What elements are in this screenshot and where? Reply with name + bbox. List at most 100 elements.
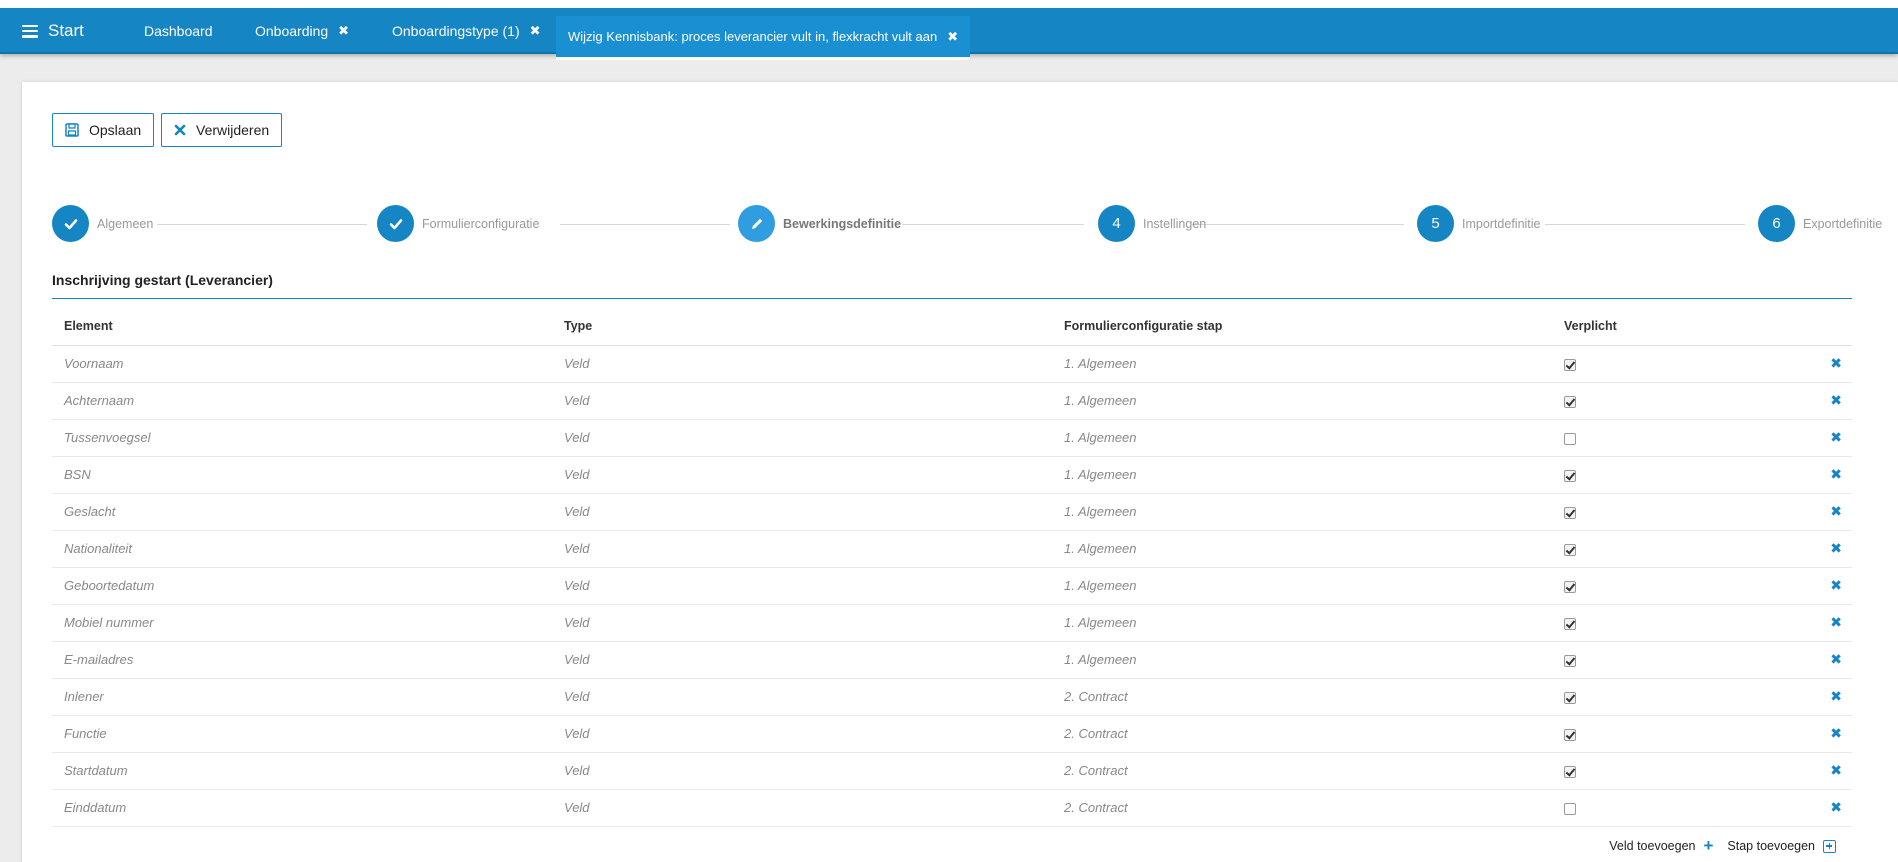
required-checkbox[interactable] [1564,469,1576,482]
cell-type: Veld [552,382,1052,420]
table-row[interactable]: Achternaam Veld 1. Algemeen ✖ [52,382,1852,420]
cell-step: 1. Algemeen [1052,456,1552,494]
add-field-label: Veld toevoegen [1609,839,1696,853]
close-icon[interactable]: ✖ [1830,651,1842,667]
tab-label: Dashboard [144,23,213,39]
table-row[interactable]: Geslacht Veld 1. Algemeen ✖ [52,493,1852,531]
table-row[interactable]: Startdatum Veld 2. Contract ✖ [52,752,1852,790]
step-exportdefinitie[interactable]: 6 Exportdefinitie [1758,205,1882,242]
table-row[interactable]: Tussenvoegsel Veld 1. Algemeen ✖ [52,419,1852,457]
close-icon[interactable]: ✖ [1830,614,1842,630]
top-navbar: Start Dashboard Onboarding ✖ Onboardings… [0,8,1898,60]
cell-required [1552,493,1802,531]
delete-button[interactable]: Verwijderen [161,113,283,147]
close-icon[interactable]: ✖ [947,29,958,45]
step-label: Exportdefinitie [1803,216,1883,231]
step-connector [1192,224,1404,225]
table-row[interactable]: E-mailadres Veld 1. Algemeen ✖ [52,641,1852,679]
required-checkbox[interactable] [1564,395,1576,408]
close-icon[interactable]: ✖ [1830,503,1842,519]
table-row[interactable]: BSN Veld 1. Algemeen ✖ [52,456,1852,494]
close-icon[interactable]: ✖ [1830,540,1842,556]
close-icon[interactable]: ✖ [1830,799,1842,815]
close-icon[interactable]: ✖ [1830,355,1842,371]
cell-actions: ✖ [1802,419,1852,457]
step-algemeen[interactable]: Algemeen [52,205,153,242]
cell-actions: ✖ [1802,530,1852,568]
table-row[interactable]: Functie Veld 2. Contract ✖ [52,715,1852,753]
cell-element: Geslacht [52,493,552,531]
cell-element: E-mailadres [52,641,552,679]
close-icon[interactable]: ✖ [1830,429,1842,445]
required-checkbox[interactable] [1564,765,1576,778]
table-row[interactable]: Mobiel nummer Veld 1. Algemeen ✖ [52,604,1852,642]
cell-element: Functie [52,715,552,753]
cell-actions: ✖ [1802,678,1852,716]
step-connector [1545,224,1745,225]
cell-type: Veld [552,345,1052,383]
required-checkbox[interactable] [1564,802,1576,815]
close-icon[interactable]: ✖ [1830,577,1842,593]
step-formulierconfiguratie[interactable]: Formulierconfiguratie [377,205,539,242]
cell-type: Veld [552,530,1052,568]
required-checkbox[interactable] [1564,358,1576,371]
cell-required [1552,530,1802,568]
add-step-label: Stap toevoegen [1727,839,1815,853]
save-button-label: Opslaan [89,122,142,138]
cell-step: 1. Algemeen [1052,493,1552,531]
close-icon[interactable]: ✖ [530,23,541,39]
column-header-step: Formulierconfiguratie stap [1052,307,1552,346]
check-icon [52,205,89,242]
cell-element: Einddatum [52,789,552,827]
required-checkbox[interactable] [1564,543,1576,556]
table-row[interactable]: Einddatum Veld 2. Contract ✖ [52,789,1852,827]
cell-type: Veld [552,641,1052,679]
cell-actions: ✖ [1802,382,1852,420]
step-bewerkingsdefinitie[interactable]: Bewerkingsdefinitie [738,205,901,242]
cell-element: Achternaam [52,382,552,420]
table-row[interactable]: Voornaam Veld 1. Algemeen ✖ [52,345,1852,383]
tab-onboardingstype[interactable]: Onboardingstype (1) ✖ [392,8,541,54]
table-header-row: Element Type Formulierconfiguratie stap … [52,307,1852,346]
step-connector [157,224,367,225]
add-step-button[interactable]: Stap toevoegen [1727,839,1836,853]
step-label: Instellingen [1143,216,1207,231]
tab-label: Onboarding [255,23,329,39]
step-label: Importdefinitie [1462,216,1541,231]
close-icon[interactable]: ✖ [1830,466,1842,482]
close-icon[interactable]: ✖ [1830,725,1842,741]
save-button[interactable]: Opslaan [52,113,155,147]
close-icon[interactable]: ✖ [1830,392,1842,408]
required-checkbox[interactable] [1564,728,1576,741]
required-checkbox[interactable] [1564,617,1576,630]
tab-wijzig-kennisbank[interactable]: Wijzig Kennisbank: proces leverancier vu… [556,16,971,60]
required-checkbox[interactable] [1564,580,1576,593]
required-checkbox[interactable] [1564,506,1576,519]
required-checkbox[interactable] [1564,432,1576,445]
table-row[interactable]: Geboortedatum Veld 1. Algemeen ✖ [52,567,1852,605]
main-panel: Opslaan Verwijderen Algemeen Formulierco… [22,82,1898,862]
cell-element: Inlener [52,678,552,716]
close-icon[interactable]: ✖ [338,23,349,39]
add-field-button[interactable]: Veld toevoegen + [1609,836,1713,856]
cell-type: Veld [552,789,1052,827]
close-icon [174,124,186,136]
table-row[interactable]: Nationaliteit Veld 1. Algemeen ✖ [52,530,1852,568]
step-instellingen[interactable]: 4 Instellingen [1098,205,1206,242]
cell-required [1552,419,1802,457]
pencil-icon [738,205,775,242]
required-checkbox[interactable] [1564,691,1576,704]
start-menu-button[interactable]: Start [22,20,84,42]
cell-required [1552,604,1802,642]
step-label: Bewerkingsdefinitie [783,216,902,231]
cell-required [1552,789,1802,827]
table-row[interactable]: Inlener Veld 2. Contract ✖ [52,678,1852,716]
close-icon[interactable]: ✖ [1830,762,1842,778]
step-importdefinitie[interactable]: 5 Importdefinitie [1417,205,1541,242]
cell-element: Nationaliteit [52,530,552,568]
tab-dashboard[interactable]: Dashboard [144,8,213,54]
required-checkbox[interactable] [1564,654,1576,667]
close-icon[interactable]: ✖ [1830,688,1842,704]
tab-onboarding[interactable]: Onboarding ✖ [255,8,349,54]
cell-type: Veld [552,419,1052,457]
